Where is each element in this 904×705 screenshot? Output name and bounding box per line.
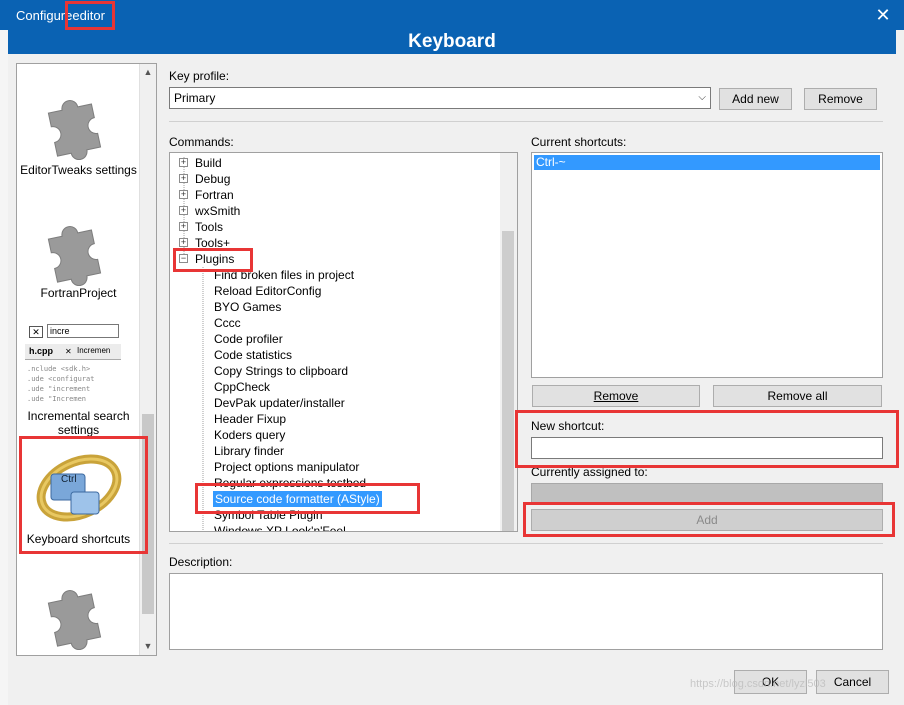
plus-icon: + [179, 237, 188, 247]
thumb-tab: Incremen [77, 346, 111, 355]
thumb-tab: h.cpp [29, 346, 53, 356]
puzzle-icon [47, 590, 102, 650]
remove-profile-button[interactable]: Remove [804, 88, 877, 110]
tree-leaf[interactable]: Koders query [214, 427, 285, 443]
divider [169, 121, 883, 122]
category-editortweaks[interactable]: EditorTweaks settings [17, 163, 140, 177]
assigned-field [531, 483, 883, 503]
key-label: Ctrl [61, 474, 77, 485]
tree-leaf[interactable]: Cccc [214, 315, 241, 331]
list-item[interactable]: Ctrl-~ [534, 155, 880, 170]
new-shortcut-field[interactable] [531, 437, 883, 459]
title-bar[interactable]: Configureeditor ✕ [0, 0, 904, 30]
cancel-button[interactable]: Cancel [816, 670, 889, 694]
tree-leaf[interactable]: Header Fixup [214, 411, 286, 427]
tree-leaf[interactable]: DevPak updater/installer [214, 395, 345, 411]
tree-leaf[interactable]: CppCheck [214, 379, 270, 395]
category-list[interactable]: EditorTweaks settings FortranProject ✕ i… [16, 63, 157, 656]
thumb-code: .nclude <sdk.h> .ude <configurat .ude "i… [27, 365, 95, 403]
tree-leaf-selected[interactable]: Source code formatter (AStyle) [213, 491, 382, 507]
close-icon: ✕ [29, 326, 43, 338]
tree-leaf[interactable]: Windows XP Look'n'Feel [214, 523, 346, 531]
thumb-search-box: incre [47, 324, 119, 338]
tree-leaf[interactable]: Code profiler [214, 331, 283, 347]
commands-label: Commands: [169, 135, 234, 149]
category-fortranproject[interactable]: FortranProject [17, 286, 140, 300]
description-box [169, 573, 883, 650]
tree-leaf[interactable]: BYO Games [214, 299, 281, 315]
key-profile-label: Key profile: [169, 69, 230, 83]
key-profile-select[interactable]: Primary ⌵ [169, 87, 711, 109]
puzzle-icon [47, 226, 102, 286]
tree-leaf[interactable]: Find broken files in project [214, 267, 354, 283]
window-border [0, 30, 8, 705]
remove-shortcut-button[interactable]: Remove [532, 385, 700, 407]
category-scrollbar[interactable]: ▲ ▼ [139, 64, 156, 655]
chevron-down-icon[interactable]: ▼ [140, 638, 156, 655]
plus-icon: + [179, 205, 188, 215]
configure-editor-dialog: Configureeditor ✕ Keyboard EditorTweaks … [0, 0, 904, 705]
current-shortcuts-list[interactable]: Ctrl-~ [531, 152, 883, 378]
scrollbar-thumb[interactable] [502, 231, 514, 531]
tree-leaf[interactable]: Project options manipulator [214, 459, 359, 475]
window-title: Configureeditor [16, 8, 105, 23]
chevron-down-icon[interactable]: ⌵ [698, 88, 706, 108]
page-banner: Keyboard [8, 30, 896, 54]
scrollbar-thumb[interactable] [142, 414, 154, 614]
watermark: https://blog.csdn.net/lyzl503 [690, 678, 826, 690]
incremental-search-icon: ✕ incre h.cpp ✕ Incremen .nclude <sdk.h>… [25, 321, 121, 407]
minus-icon: − [179, 253, 188, 263]
description-label: Description: [169, 555, 233, 569]
commands-tree[interactable]: + Build + Debug + Fortran + wxSmith + Tools +… [169, 152, 518, 532]
category-keyboard-shortcuts[interactable]: Keyboard shortcuts [17, 532, 140, 546]
tree-leaf[interactable]: Reload EditorConfig [214, 283, 321, 299]
plus-icon: + [179, 173, 188, 183]
puzzle-icon [47, 100, 102, 160]
plus-icon: + [179, 157, 188, 167]
new-shortcut-label: New shortcut: [531, 419, 605, 433]
tree-scrollbar[interactable] [500, 153, 517, 531]
close-icon[interactable]: ✕ [870, 4, 896, 26]
current-shortcuts-label: Current shortcuts: [531, 135, 627, 149]
tree-leaf[interactable]: Regular expressions testbed [214, 475, 366, 491]
tree-leaf[interactable]: Symbol Table Plugin [214, 507, 323, 523]
keyboard-shortcuts-icon [36, 454, 122, 522]
plus-icon: + [179, 221, 188, 231]
tree-leaf[interactable]: Code statistics [214, 347, 292, 363]
plus-icon: + [179, 189, 188, 199]
category-incremental-search[interactable]: Incremental search settings [17, 409, 140, 437]
add-shortcut-button[interactable]: Add [531, 509, 883, 531]
add-new-button[interactable]: Add new [719, 88, 792, 110]
tree-leaf[interactable]: Copy Strings to clipboard [214, 363, 348, 379]
assigned-label: Currently assigned to: [531, 465, 648, 479]
remove-all-button[interactable]: Remove all [713, 385, 882, 407]
divider [169, 543, 883, 544]
chevron-up-icon[interactable]: ▲ [140, 64, 156, 81]
tree-leaf[interactable]: Library finder [214, 443, 284, 459]
close-icon: ✕ [65, 347, 72, 356]
